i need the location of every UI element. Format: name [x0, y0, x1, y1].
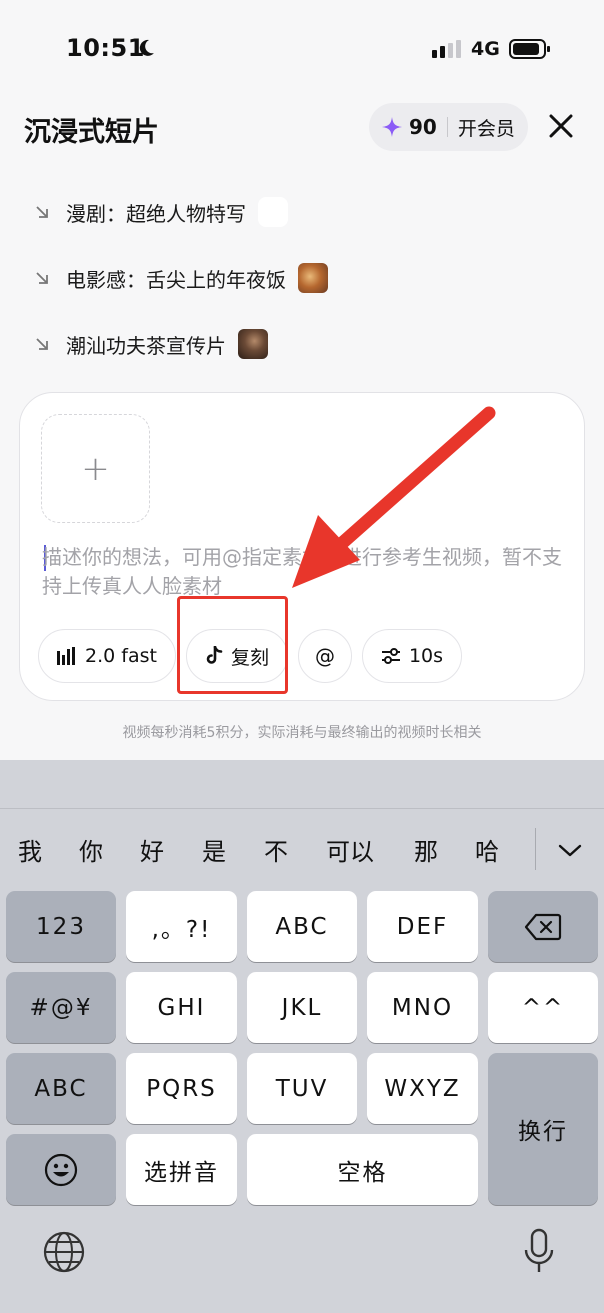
suggestion-thumbnail	[298, 263, 328, 293]
suggestion-item[interactable]: 电影感：舌尖上的年夜饭	[34, 258, 328, 298]
signal-icon	[432, 40, 461, 58]
cost-note: 视频每秒消耗5积分，实际消耗与最终输出的视频时长相关	[122, 725, 482, 741]
arrow-down-right-icon	[36, 272, 48, 284]
composer-card: + 描述你的想法，可用@指定素材，进行参考生视频，暂不支持上传真人人脸素材 2.…	[19, 392, 585, 701]
sliders-icon	[381, 648, 400, 664]
suggestion-item[interactable]: 潮汕功夫茶宣传片	[34, 324, 268, 364]
key-punctuation[interactable]: ,。?!	[126, 891, 237, 962]
battery-icon	[509, 39, 550, 59]
key-mno[interactable]: MNO	[367, 972, 478, 1043]
key-pinyin[interactable]: 选拼音	[126, 1134, 237, 1205]
arrow-down-right-icon	[36, 206, 48, 218]
candidate-item[interactable]: 你	[79, 832, 103, 867]
suggestion-thumbnail	[238, 329, 268, 359]
points-vip-pill[interactable]: 90 开会员	[369, 103, 528, 151]
close-icon[interactable]	[546, 111, 576, 141]
candidate-item[interactable]: 是	[202, 832, 226, 867]
sparkle-icon	[382, 117, 402, 137]
key-enter[interactable]: 换行	[488, 1053, 598, 1205]
page-title: 沉浸式短片	[24, 117, 159, 148]
status-bar: 10:51 4G	[0, 0, 604, 96]
candidate-bar: 我 你 好 是 不 可以 那 哈	[0, 824, 604, 874]
status-time: 10:51	[66, 34, 145, 62]
suggestion-label: 电影感：舌尖上的年夜饭	[66, 267, 286, 292]
moon-icon	[139, 39, 154, 56]
points-count: 90	[409, 115, 437, 139]
candidate-item[interactable]: 我	[18, 832, 42, 867]
key-wxyz[interactable]: WXYZ	[367, 1053, 478, 1124]
model-label: 2.0 fast	[85, 645, 157, 667]
candidate-item[interactable]: 那	[414, 832, 438, 867]
divider	[535, 828, 536, 870]
key-tuv[interactable]: TUV	[247, 1053, 357, 1124]
key-symbols[interactable]: #@¥	[6, 972, 116, 1043]
key-jkl[interactable]: JKL	[247, 972, 357, 1043]
highlight-box	[177, 596, 288, 694]
key-emoji[interactable]	[6, 1134, 116, 1205]
globe-icon[interactable]	[42, 1230, 86, 1274]
candidate-item[interactable]: 好	[140, 832, 164, 867]
network-type: 4G	[471, 38, 500, 60]
key-ghi[interactable]: GHI	[126, 972, 237, 1043]
mention-button[interactable]: @	[297, 629, 352, 683]
suggestion-label: 潮汕功夫茶宣传片	[66, 333, 226, 358]
key-abc-switch[interactable]: ABC	[6, 1053, 116, 1124]
prompt-input[interactable]: 描述你的想法，可用@指定素材，进行参考生视频，暂不支持上传真人人脸素材	[42, 543, 562, 601]
plus-icon: +	[81, 448, 110, 489]
microphone-icon[interactable]	[524, 1228, 554, 1276]
suggestion-item[interactable]: 漫剧：超绝人物特写	[34, 192, 288, 232]
key-abc[interactable]: ABC	[247, 891, 357, 962]
key-space[interactable]: 空格	[247, 1134, 478, 1205]
candidate-item[interactable]: 可以	[326, 832, 374, 867]
divider	[0, 808, 604, 809]
suggestion-label: 漫剧：超绝人物特写	[66, 201, 246, 226]
chevron-down-icon[interactable]	[556, 838, 584, 862]
bars-icon	[57, 647, 75, 665]
duration-label: 10s	[408, 645, 444, 667]
key-pqrs[interactable]: PQRS	[126, 1053, 237, 1124]
candidate-item[interactable]: 哈	[475, 832, 499, 867]
key-123[interactable]: 123	[6, 891, 116, 962]
duration-button[interactable]: 10s	[361, 629, 463, 683]
backspace-key[interactable]	[488, 891, 598, 962]
keyboard: 我 你 好 是 不 可以 那 哈 123 ,。?! ABC DEF #@¥ GH…	[0, 760, 604, 1313]
arrow-down-right-icon	[36, 338, 48, 350]
key-emoticon[interactable]: ^^	[488, 972, 598, 1043]
backspace-icon	[524, 913, 562, 940]
emoji-icon	[44, 1153, 78, 1186]
candidate-item[interactable]: 不	[264, 832, 288, 867]
upload-button[interactable]: +	[41, 414, 150, 523]
key-def[interactable]: DEF	[367, 891, 478, 962]
vip-button[interactable]: 开会员	[458, 114, 515, 141]
model-select-button[interactable]: 2.0 fast	[38, 629, 176, 683]
divider	[446, 117, 448, 137]
suggestion-thumbnail	[258, 197, 288, 227]
